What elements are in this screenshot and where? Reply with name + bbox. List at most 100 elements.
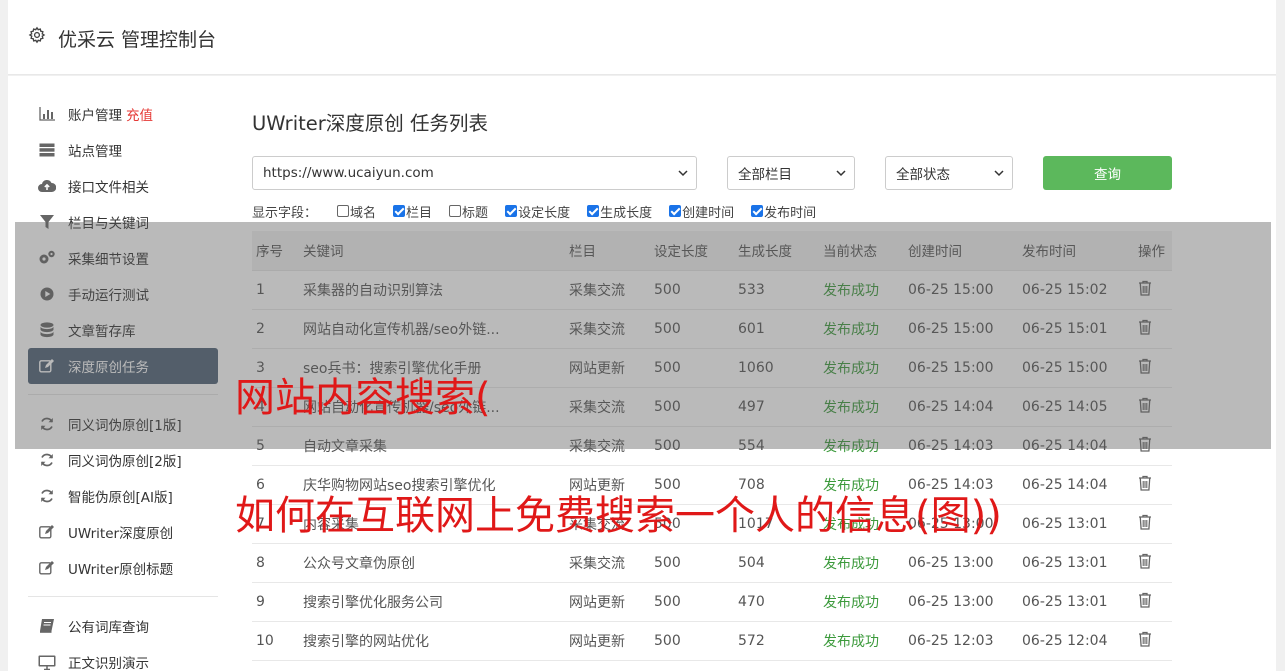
refresh-icon — [38, 488, 56, 504]
table-cell: 572 — [734, 621, 819, 661]
sidebar-item-label: UWriter原创标题 — [68, 562, 174, 578]
checkbox[interactable] — [393, 205, 406, 217]
sidebar-item[interactable]: 账户管理 充值 — [28, 96, 218, 132]
action-cell — [1134, 465, 1172, 505]
chevron-down-icon — [678, 170, 688, 177]
table-cell: 网站更新 — [565, 582, 650, 622]
trash-icon[interactable] — [1138, 592, 1152, 608]
table-row: 9 搜索引擎优化服务公司 网站更新 500 470 发布成功 06-25 13:00 06-2… — [252, 582, 1172, 622]
field-checkbox-item[interactable]: 域名 — [337, 202, 376, 221]
table-cell: 500 — [650, 621, 734, 661]
table-cell: 搜索引擎优化服务公司 — [299, 582, 565, 622]
table-cell: 504 — [734, 543, 819, 583]
top-bar: 优采云 管理控制台 — [8, 0, 1276, 75]
sidebar-item-label: 账户管理 — [68, 108, 122, 124]
trash-icon[interactable] — [1138, 514, 1152, 530]
checkbox[interactable] — [505, 205, 518, 217]
sidebar-item[interactable]: UWriter原创标题 — [28, 550, 218, 586]
site-select[interactable]: https://www.ucaiyun.com — [252, 156, 697, 190]
display-fields-label: 显示字段： — [252, 205, 318, 221]
column-select-value: 全部栏目 — [738, 167, 792, 183]
sidebar-item[interactable]: 智能伪原创[AI版] — [28, 478, 218, 514]
monitor-icon — [38, 654, 56, 670]
table-cell: 06-25 13:00 — [904, 543, 1018, 583]
checkbox[interactable] — [449, 205, 462, 217]
trash-icon[interactable] — [1138, 475, 1152, 491]
sidebar-item[interactable]: UWriter深度原创 — [28, 514, 218, 550]
checkbox[interactable] — [669, 205, 682, 217]
table-cell: 06-25 13:01 — [1018, 504, 1134, 544]
status-select[interactable]: 全部状态 — [885, 156, 1013, 190]
action-cell — [1134, 582, 1172, 622]
sidebar-item-label: 接口文件相关 — [68, 180, 149, 196]
recharge-link[interactable]: 充值 — [126, 104, 153, 124]
sidebar-item[interactable]: 接口文件相关 — [28, 168, 218, 204]
table-cell: 06-25 13:01 — [1018, 543, 1134, 583]
refresh-icon — [38, 452, 56, 468]
action-cell — [1134, 543, 1172, 583]
trash-icon[interactable] — [1138, 631, 1152, 647]
table-cell: 500 — [650, 582, 734, 622]
site-select-value: https://www.ucaiyun.com — [263, 165, 434, 181]
sidebar-item[interactable]: 公有词库查询 — [28, 608, 218, 644]
sidebar-item-label: 智能伪原创[AI版] — [68, 490, 173, 506]
table-cell: 发布成功 — [819, 582, 904, 622]
table-cell: 10 — [252, 621, 299, 661]
checkbox[interactable] — [751, 205, 764, 217]
server-icon — [38, 142, 56, 158]
book-icon — [38, 618, 56, 634]
page-title: UWriter深度原创 任务列表 — [252, 112, 488, 135]
checkbox-label: 设定长度 — [518, 205, 571, 221]
sidebar-item-label: UWriter深度原创 — [68, 526, 174, 542]
table-cell: 8 — [252, 543, 299, 583]
table-cell: 搜索引擎的网站优化 — [299, 621, 565, 661]
sidebar-divider — [28, 596, 218, 597]
table-cell: 06-25 12:04 — [1018, 621, 1134, 661]
table-cell: 06-25 13:00 — [904, 582, 1018, 622]
field-checkbox-item[interactable]: 标题 — [449, 202, 488, 221]
display-fields: 显示字段： 域名 栏目 标题 设定长度 生成长度 创建时间 发布时间 — [252, 201, 833, 221]
bar-chart-icon — [38, 106, 56, 122]
table-cell: 网站更新 — [565, 621, 650, 661]
table-cell: 06-25 12:03 — [904, 621, 1018, 661]
table-row: 8 公众号文章伪原创 采集交流 500 504 发布成功 06-25 13:00 06-25 … — [252, 543, 1172, 583]
action-cell — [1134, 621, 1172, 661]
sidebar-item[interactable]: 正文识别演示 — [28, 644, 218, 671]
checkbox-label: 标题 — [462, 205, 489, 221]
table-cell: 9 — [252, 582, 299, 622]
table-cell: 采集交流 — [565, 543, 650, 583]
checkbox-label: 创建时间 — [682, 205, 735, 221]
chevron-down-icon — [994, 170, 1004, 177]
status-select-value: 全部状态 — [896, 167, 950, 183]
sidebar-item-label: 公有词库查询 — [68, 620, 149, 636]
table-cell: 发布成功 — [819, 543, 904, 583]
field-checkbox-item[interactable]: 生成长度 — [587, 202, 652, 221]
field-checkbox-item[interactable]: 发布时间 — [751, 202, 816, 221]
table-cell: 06-25 13:01 — [1018, 582, 1134, 622]
sidebar-item-label: 正文识别演示 — [68, 656, 149, 671]
table-cell: 500 — [650, 543, 734, 583]
cloud-upload-icon — [38, 178, 56, 194]
sidebar-item[interactable]: 站点管理 — [28, 132, 218, 168]
trash-icon[interactable] — [1138, 553, 1152, 569]
gray-overlay-band — [15, 222, 1271, 449]
field-checkbox-item[interactable]: 栏目 — [393, 202, 432, 221]
field-checkbox-item[interactable]: 创建时间 — [669, 202, 734, 221]
table-cell: 发布成功 — [819, 621, 904, 661]
gear-icon — [28, 26, 46, 44]
checkbox-label: 栏目 — [406, 205, 433, 221]
chevron-down-icon — [836, 170, 846, 177]
table-row: 10 搜索引擎的网站优化 网站更新 500 572 发布成功 06-25 12:03 06-2… — [252, 621, 1172, 661]
query-button[interactable]: 查询 — [1043, 156, 1172, 190]
column-select[interactable]: 全部栏目 — [727, 156, 855, 190]
action-cell — [1134, 504, 1172, 544]
sidebar-item-label: 站点管理 — [68, 144, 122, 160]
table-cell: 06-25 14:04 — [1018, 465, 1134, 505]
checkbox[interactable] — [587, 205, 600, 217]
field-checkbox-item[interactable]: 设定长度 — [505, 202, 570, 221]
app-title: 优采云 管理控制台 — [58, 29, 217, 51]
checkbox[interactable] — [337, 205, 350, 217]
checkbox-label: 生成长度 — [600, 205, 653, 221]
edit-icon — [38, 524, 56, 540]
watermark-line-2: 如何在互联网上免费搜索一个人的信息(图)) — [235, 493, 1002, 539]
